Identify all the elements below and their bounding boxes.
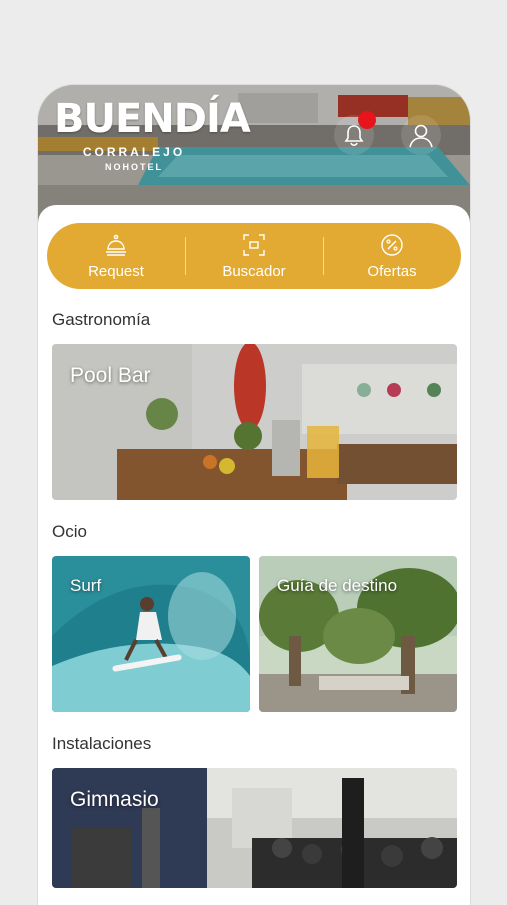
section-title-instalaciones: Instalaciones [52,734,152,753]
card-label-gimnasio: Gimnasio [70,788,159,811]
card-label-guia-destino: Guía de destino [277,576,398,595]
content-sheet: Request Buscador Ofertas Gastronomía Poo… [38,205,470,905]
section-title-ocio: Ocio [52,522,87,541]
logo-location-text: CORRALEJO [82,145,186,159]
ofertas-button[interactable]: Ofertas [323,223,461,289]
hotel-logo: BUENDÍA CORRALEJO NOHOTEL [54,96,251,172]
logo-tagline-text: NOHOTEL [105,162,163,172]
card-guia-destino[interactable]: Guía de destino [259,556,457,712]
card-pool-bar[interactable]: Pool Bar [52,344,457,500]
quick-actions-bar: Request Buscador Ofertas [47,223,461,289]
logo-main-text: BUENDÍA [54,96,251,142]
card-label-surf: Surf [70,576,102,595]
user-icon [409,124,433,148]
section-title-gastronomia: Gastronomía [52,310,151,329]
buscador-label: Buscador [222,262,286,280]
card-surf[interactable]: Surf [52,556,250,712]
notification-badge [358,111,376,129]
bell-service-icon [106,234,126,256]
app-screen: BUENDÍA CORRALEJO NOHOTEL Request Buscad… [38,85,470,905]
percent-icon [381,233,403,256]
card-label-pool-bar: Pool Bar [70,364,151,387]
request-button[interactable]: Request [47,223,185,289]
profile-button[interactable] [401,115,441,155]
scan-icon [243,233,265,256]
gym-photo [52,768,457,888]
request-label: Request [88,262,144,280]
ofertas-label: Ofertas [367,262,417,280]
buscador-button[interactable]: Buscador [185,223,323,289]
card-gimnasio[interactable]: Gimnasio [52,768,457,888]
